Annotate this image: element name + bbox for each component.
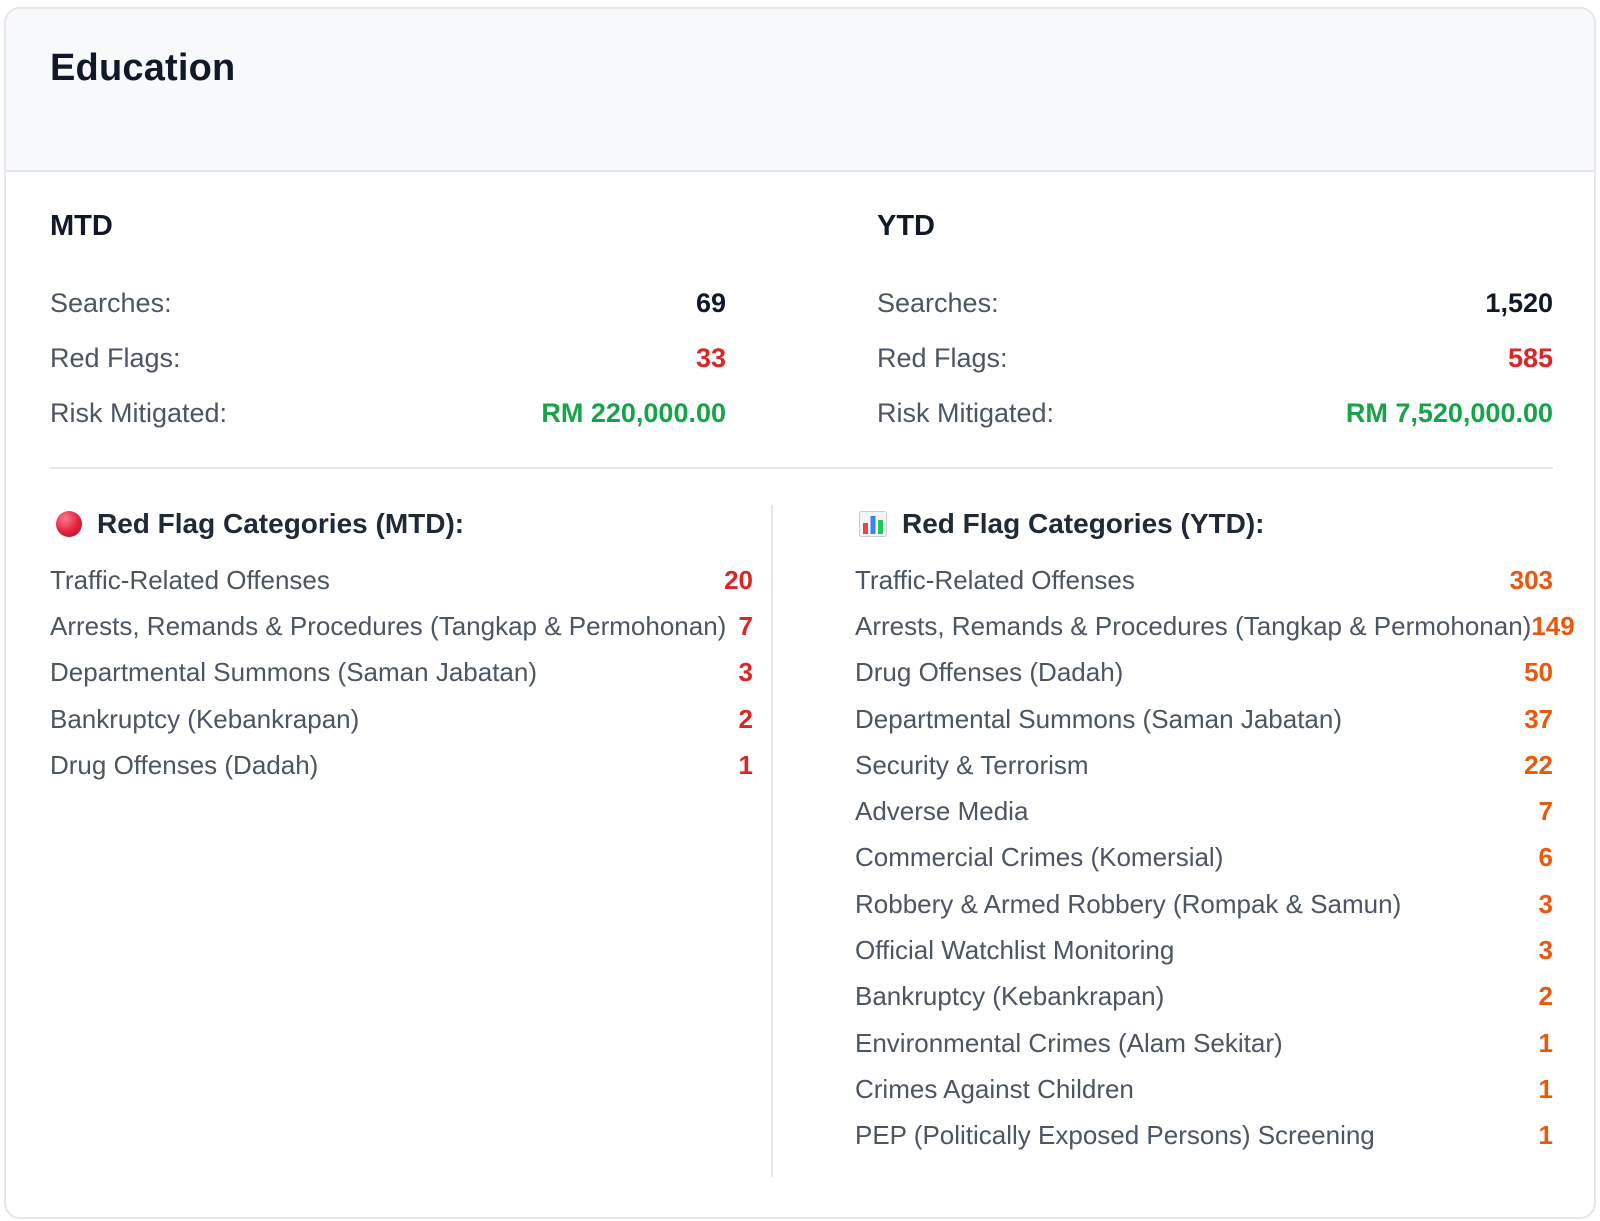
- mtd-searches-row: Searches: 69: [50, 276, 726, 331]
- list-item: Traffic-Related Offenses 20: [50, 557, 753, 603]
- ytd-heading: YTD: [877, 210, 935, 242]
- list-item: Arrests, Remands & Procedures (Tangkap &…: [855, 603, 1575, 649]
- category-count: 20: [724, 564, 753, 595]
- category-label: Bankruptcy (Kebankrapan): [50, 703, 360, 734]
- category-count: 1: [1538, 1027, 1553, 1058]
- column-divider: [771, 505, 773, 1177]
- mtd-red-flags-value: 33: [695, 343, 726, 373]
- category-label: Arrests, Remands & Procedures (Tangkap &…: [50, 610, 727, 641]
- category-count: 6: [1538, 842, 1553, 873]
- ytd-category-list: Traffic-Related Offenses 303 Arrests, Re…: [855, 557, 1575, 1159]
- category-count: 50: [1524, 657, 1553, 688]
- ytd-red-flags-value: 585: [1507, 343, 1553, 373]
- mtd-risk-row: Risk Mitigated: RM 220,000.00: [50, 386, 726, 441]
- list-item: Drug Offenses (Dadah) 1: [50, 742, 753, 788]
- category-count: 37: [1524, 703, 1553, 734]
- category-label: Robbery & Armed Robbery (Rompak & Samun): [855, 888, 1402, 919]
- card-header: Education: [6, 9, 1594, 172]
- list-item: Drug Offenses (Dadah) 50: [855, 650, 1553, 696]
- category-label: Security & Terrorism: [855, 749, 1089, 780]
- ytd-risk-row: Risk Mitigated: RM 7,520,000.00: [877, 386, 1553, 441]
- list-item: Arrests, Remands & Procedures (Tangkap &…: [50, 603, 753, 649]
- list-item: Environmental Crimes (Alam Sekitar) 1: [855, 1020, 1553, 1066]
- list-item: Security & Terrorism 22: [855, 742, 1553, 788]
- category-count: 1: [1538, 1120, 1553, 1151]
- mtd-risk-value: RM 220,000.00: [541, 398, 726, 428]
- category-label: Departmental Summons (Saman Jabatan): [855, 703, 1343, 734]
- mtd-stats: MTD Searches: 69 Red Flags: 33 Risk Miti…: [50, 206, 726, 441]
- category-count: 303: [1509, 564, 1553, 595]
- mtd-risk-label: Risk Mitigated:: [50, 398, 228, 428]
- section-divider: [50, 467, 1553, 469]
- bar-chart-icon: [859, 511, 887, 537]
- category-count: 1: [1538, 1073, 1553, 1104]
- category-label: Drug Offenses (Dadah): [50, 749, 319, 780]
- red-circle-icon: [56, 511, 82, 537]
- category-count: 1: [738, 749, 753, 780]
- category-label: Traffic-Related Offenses: [50, 564, 330, 595]
- category-count: 3: [738, 657, 753, 688]
- ytd-searches-row: Searches: 1,520: [877, 276, 1553, 331]
- ytd-risk-label: Risk Mitigated:: [877, 398, 1055, 428]
- list-item: Robbery & Armed Robbery (Rompak & Samun)…: [855, 881, 1553, 927]
- category-label: Departmental Summons (Saman Jabatan): [50, 657, 538, 688]
- education-card: Education MTD Searches: 69 Red Flags: 33…: [4, 7, 1596, 1219]
- category-count: 2: [1538, 981, 1553, 1012]
- mtd-heading: MTD: [50, 210, 113, 242]
- category-count: 22: [1524, 749, 1553, 780]
- mtd-categories: Red Flag Categories (MTD): Traffic-Relat…: [50, 502, 753, 788]
- category-label: Drug Offenses (Dadah): [855, 657, 1124, 688]
- list-item: Official Watchlist Monitoring 3: [855, 927, 1553, 973]
- ytd-categories-title: Red Flag Categories (YTD):: [902, 508, 1265, 539]
- ytd-searches-value: 1,520: [1485, 288, 1553, 318]
- category-label: Arrests, Remands & Procedures (Tangkap &…: [855, 610, 1532, 641]
- ytd-red-flags-row: Red Flags: 585: [877, 331, 1553, 386]
- list-item: Departmental Summons (Saman Jabatan) 3: [50, 650, 753, 696]
- category-count: 3: [1538, 888, 1553, 919]
- list-item: PEP (Politically Exposed Persons) Screen…: [855, 1113, 1553, 1159]
- mtd-red-flags-label: Red Flags:: [50, 343, 181, 373]
- list-item: Bankruptcy (Kebankrapan) 2: [855, 974, 1553, 1020]
- list-item: Traffic-Related Offenses 303: [855, 557, 1553, 603]
- mtd-categories-heading: Red Flag Categories (MTD):: [50, 502, 753, 546]
- ytd-categories: Red Flag Categories (YTD): Traffic-Relat…: [855, 502, 1575, 1159]
- category-count: 7: [738, 610, 753, 641]
- category-label: Traffic-Related Offenses: [855, 564, 1135, 595]
- category-label: Commercial Crimes (Komersial): [855, 842, 1224, 873]
- ytd-stats: YTD Searches: 1,520 Red Flags: 585 Risk …: [877, 206, 1553, 441]
- list-item: Departmental Summons (Saman Jabatan) 37: [855, 696, 1553, 742]
- category-label: Crimes Against Children: [855, 1073, 1134, 1104]
- list-item: Crimes Against Children 1: [855, 1066, 1553, 1112]
- ytd-risk-value: RM 7,520,000.00: [1345, 398, 1553, 428]
- mtd-searches-value: 69: [695, 288, 726, 318]
- category-label: Bankruptcy (Kebankrapan): [855, 981, 1165, 1012]
- ytd-categories-heading: Red Flag Categories (YTD):: [855, 502, 1553, 546]
- category-label: Adverse Media: [855, 796, 1029, 827]
- ytd-red-flags-label: Red Flags:: [877, 343, 1008, 373]
- list-item: Commercial Crimes (Komersial) 6: [855, 835, 1553, 881]
- list-item: Adverse Media 7: [855, 788, 1553, 834]
- category-count: 2: [738, 703, 753, 734]
- category-count: 7: [1538, 796, 1553, 827]
- category-label: PEP (Politically Exposed Persons) Screen…: [855, 1120, 1375, 1151]
- category-label: Environmental Crimes (Alam Sekitar): [855, 1027, 1283, 1058]
- card-body: MTD Searches: 69 Red Flags: 33 Risk Miti…: [6, 172, 1594, 1217]
- category-count: 3: [1538, 935, 1553, 966]
- mtd-category-list: Traffic-Related Offenses 20 Arrests, Rem…: [50, 557, 753, 788]
- ytd-searches-label: Searches:: [877, 288, 999, 318]
- list-item: Bankruptcy (Kebankrapan) 2: [50, 696, 753, 742]
- card-title: Education: [50, 47, 236, 89]
- mtd-categories-title: Red Flag Categories (MTD):: [97, 508, 465, 539]
- category-label: Official Watchlist Monitoring: [855, 935, 1175, 966]
- mtd-searches-label: Searches:: [50, 288, 172, 318]
- mtd-red-flags-row: Red Flags: 33: [50, 331, 726, 386]
- category-count: 149: [1531, 610, 1575, 641]
